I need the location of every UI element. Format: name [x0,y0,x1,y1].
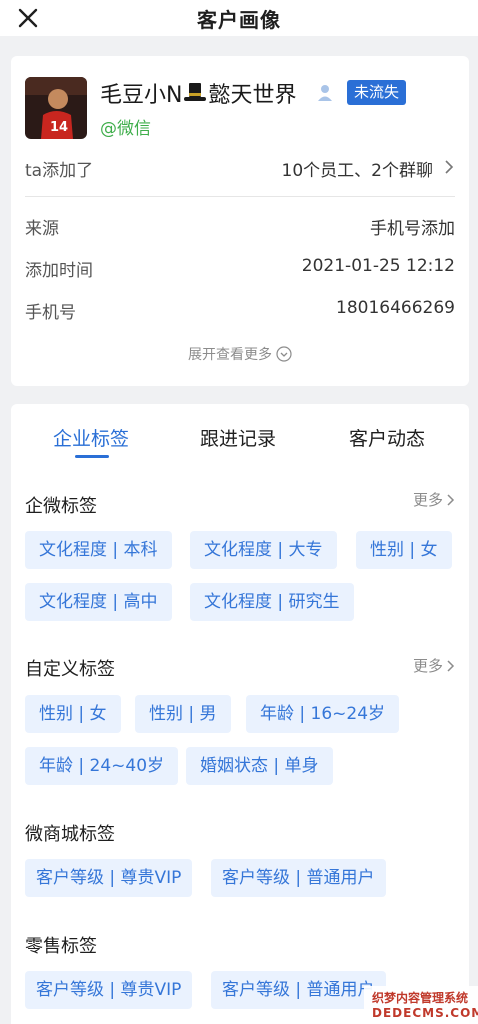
tag[interactable]: 文化程度 | 高中 [25,583,172,621]
tags-card: 企业标签 跟进记录 客户动态 企微标签 更多 文化程度 | 本科 文化程度 | … [11,404,469,1024]
customer-name: 毛豆小N 懿天世界 [100,77,296,109]
watermark: 织梦内容管理系统 DEDECMS.COM [364,986,478,1024]
person-icon [318,85,332,101]
added-time-label: 添加时间 [25,261,93,281]
page-title: 客户画像 [197,8,281,32]
tag[interactable]: 年龄 | 16~24岁 [246,695,400,733]
svg-text:14: 14 [50,120,68,135]
section-title: 微商城标签 [25,824,115,845]
chevron-right-icon [445,160,454,174]
source-platform: @微信 [100,119,151,139]
tag[interactable]: 文化程度 | 研究生 [190,583,354,621]
source-value: 手机号添加 [370,219,455,239]
added-time-value: 2021-01-25 12:12 [301,256,455,276]
tag[interactable]: 文化程度 | 本科 [25,531,172,569]
tag[interactable]: 婚姻状态 | 单身 [186,747,333,785]
tag[interactable]: 文化程度 | 大专 [190,531,337,569]
tag[interactable]: 性别 | 女 [25,695,121,733]
section-title: 企微标签 [25,496,97,517]
divider [25,196,455,197]
tab-follow-up[interactable]: 跟进记录 [200,424,276,451]
avatar: 14 [25,77,87,139]
status-badge: 未流失 [347,80,407,105]
expand-more-button[interactable]: 展开查看更多 [11,344,469,364]
customer-name-prefix: 毛豆小N [100,83,183,108]
more-link[interactable]: 更多 [413,655,455,676]
watermark-line1: 织梦内容管理系统 [372,991,469,1005]
section-title: 零售标签 [25,936,97,957]
section-title: 自定义标签 [25,659,115,680]
top-hat-icon [184,83,207,101]
source-label: 来源 [25,219,59,239]
tag[interactable]: 客户等级 | 普通用户 [211,859,386,897]
tag[interactable]: 客户等级 | 普通用户 [211,971,386,1009]
nav-bar: 客户画像 [0,0,478,36]
tag[interactable]: 客户等级 | 尊贵VIP [25,971,193,1009]
tag[interactable]: 客户等级 | 尊贵VIP [25,859,193,897]
tag[interactable]: 性别 | 男 [135,695,231,733]
added-label: ta添加了 [25,161,94,181]
active-tab-indicator [75,455,109,458]
tab-enterprise-tags[interactable]: 企业标签 [53,424,129,451]
chevron-right-icon [447,494,455,506]
phone-label: 手机号 [25,303,76,323]
tag[interactable]: 性别 | 女 [356,531,452,569]
customer-name-suffix: 懿天世界 [208,83,297,108]
chevron-down-circle-icon [276,346,292,362]
tab-customer-activity[interactable]: 客户动态 [349,424,425,451]
watermark-line2: DEDECMS.COM [372,1006,478,1020]
more-label: 更多 [412,657,443,675]
more-link[interactable]: 更多 [413,489,455,510]
phone-value: 18016466269 [336,298,455,318]
more-label: 更多 [412,491,443,509]
expand-more-label: 展开查看更多 [188,347,272,363]
tag[interactable]: 年龄 | 24~40岁 [25,747,179,785]
chevron-right-icon [447,660,455,672]
profile-card: 14 毛豆小N 懿天世界 未流失 @微信 ta添加了 10个员工、2个群聊 来源 … [11,56,469,386]
added-value: 10个员工、2个群聊 [281,161,433,181]
